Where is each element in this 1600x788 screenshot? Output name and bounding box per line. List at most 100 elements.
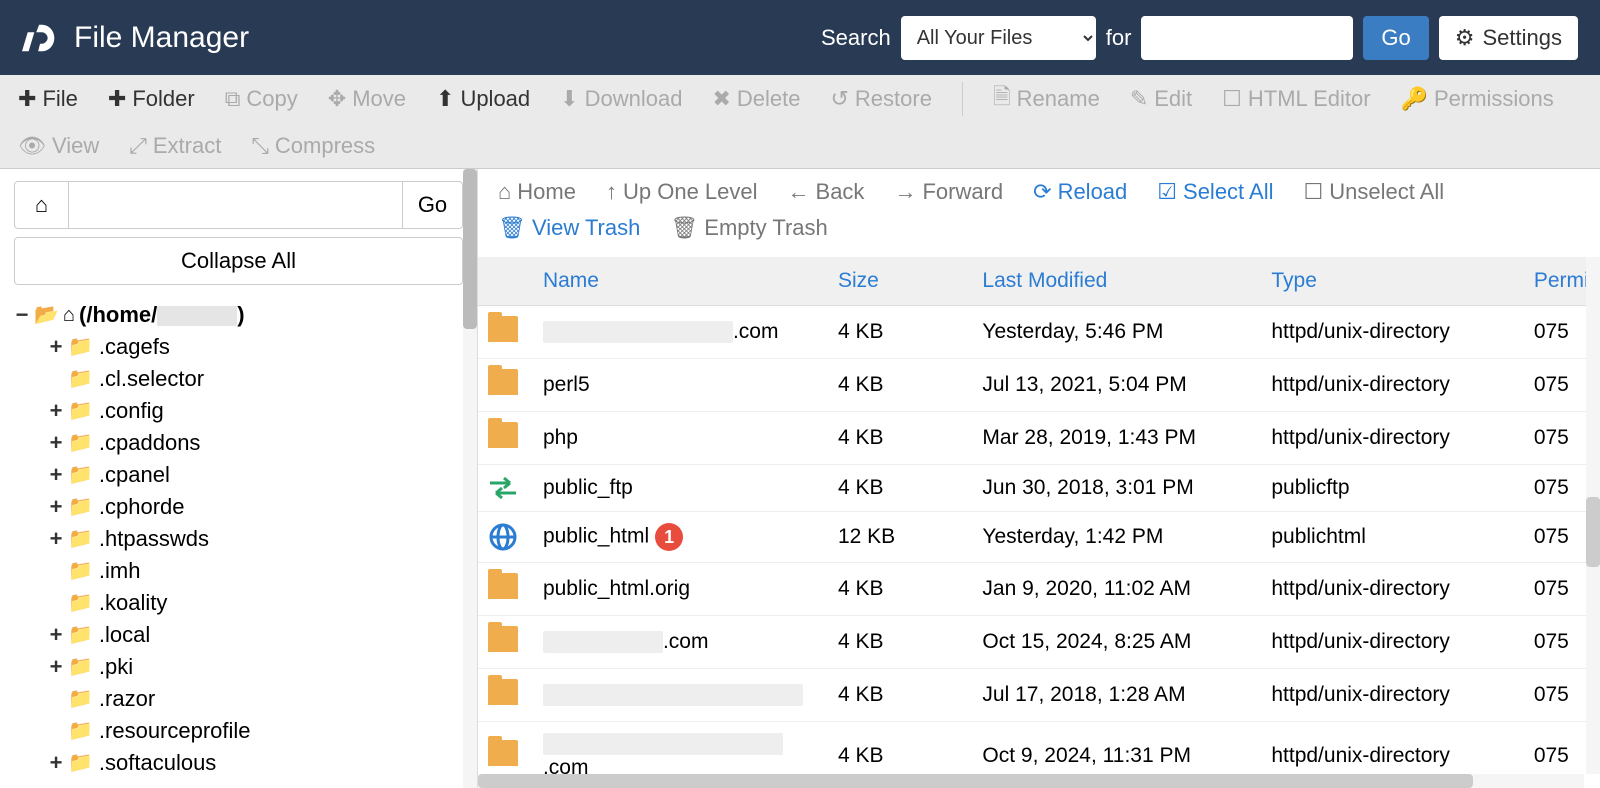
home-icon: ⌂ xyxy=(498,179,511,205)
back-arrow-icon: ← xyxy=(788,179,810,205)
tree-item[interactable]: +📁.cphorde xyxy=(48,491,463,523)
download-button[interactable]: ⬇Download xyxy=(560,86,682,112)
tree-item[interactable]: +📁.htpasswds xyxy=(48,523,463,555)
tree-item[interactable]: +📁.cpaddons xyxy=(48,427,463,459)
table-row[interactable]: public_html112 KBYesterday, 1:42 PMpubli… xyxy=(478,512,1600,563)
nav-view-trash[interactable]: 🗑View Trash xyxy=(498,215,640,241)
expand-icon[interactable]: + xyxy=(48,651,64,683)
home-icon: ⌂ xyxy=(35,192,48,218)
gear-icon: ⚙ xyxy=(1455,25,1475,51)
extract-button[interactable]: ⤢Extract xyxy=(129,133,221,159)
tree-item[interactable]: 📁.koality xyxy=(48,587,463,619)
table-row[interactable]: public_ftp4 KBJun 30, 2018, 3:01 PMpubli… xyxy=(478,465,1600,512)
tree-item-label: .resourceprofile xyxy=(99,715,251,747)
content-vscrollbar[interactable] xyxy=(1586,257,1600,774)
expand-icon[interactable]: + xyxy=(48,459,64,491)
permissions-button[interactable]: 🔑Permissions xyxy=(1401,86,1554,112)
row-type: publicftp xyxy=(1261,465,1523,512)
tree-item[interactable]: 📁.imh xyxy=(48,555,463,587)
tree-root[interactable]: − 📂 ⌂ (/home/) xyxy=(14,299,463,331)
upload-icon: ⬆ xyxy=(436,86,454,112)
tree-item[interactable]: +📁.pki xyxy=(48,651,463,683)
copy-button[interactable]: ⧉Copy xyxy=(225,86,298,112)
table-row[interactable]: 4 KBJul 17, 2018, 1:28 AMhttpd/unix-dire… xyxy=(478,669,1600,722)
row-size: 4 KB xyxy=(828,669,972,722)
search-input[interactable] xyxy=(1141,16,1353,60)
search-go-button[interactable]: Go xyxy=(1363,16,1428,60)
tree-item[interactable]: +📁.softaculous xyxy=(48,747,463,779)
tree-item[interactable]: 📁.cl.selector xyxy=(48,363,463,395)
row-size: 4 KB xyxy=(828,563,972,616)
folder-open-icon: 📂 xyxy=(34,299,59,331)
file-table: Name Size Last Modified Type Permi .com4… xyxy=(478,257,1600,788)
compress-button[interactable]: ⤡Compress xyxy=(251,133,375,159)
reload-icon: ⟳ xyxy=(1033,179,1051,205)
nav-up-one-level[interactable]: ↑Up One Level xyxy=(606,179,758,205)
html-editor-button[interactable]: ☐HTML Editor xyxy=(1222,86,1370,112)
settings-button[interactable]: ⚙ Settings xyxy=(1439,16,1578,60)
nav-home[interactable]: ⌂Home xyxy=(498,179,576,205)
path-input[interactable] xyxy=(69,181,403,229)
expand-icon[interactable]: + xyxy=(48,491,64,523)
col-size[interactable]: Size xyxy=(828,257,972,306)
folder-icon: 📁 xyxy=(68,587,93,619)
table-row[interactable]: php4 KBMar 28, 2019, 1:43 PMhttpd/unix-d… xyxy=(478,412,1600,465)
expand-icon[interactable]: + xyxy=(48,747,64,779)
move-button[interactable]: ✥Move xyxy=(328,86,406,112)
nav-reload[interactable]: ⟳Reload xyxy=(1033,179,1127,205)
cpanel-logo-icon xyxy=(22,19,60,57)
row-icon-cell xyxy=(478,616,533,669)
restore-button[interactable]: ↺Restore xyxy=(830,86,931,112)
new-file-button[interactable]: ✚File xyxy=(18,86,78,112)
collapse-icon[interactable]: − xyxy=(14,299,30,331)
path-home-button[interactable]: ⌂ xyxy=(14,181,69,229)
new-folder-button[interactable]: ✚Folder xyxy=(108,86,195,112)
tree-item[interactable]: +📁.local xyxy=(48,619,463,651)
tree-item-label: .razor xyxy=(99,683,155,715)
nav-empty-trash[interactable]: 🗑Empty Trash xyxy=(670,215,827,241)
nav-select-all[interactable]: ☑Select All xyxy=(1157,179,1273,205)
expand-icon[interactable]: + xyxy=(48,523,64,555)
expand-icon[interactable]: + xyxy=(48,427,64,459)
expand-icon[interactable]: + xyxy=(48,331,64,363)
col-modified[interactable]: Last Modified xyxy=(972,257,1261,306)
view-button[interactable]: 👁View xyxy=(18,133,99,159)
tree-item-label: .pki xyxy=(99,651,133,683)
rename-button[interactable]: 🗎Rename xyxy=(993,80,1100,118)
tree-item[interactable]: +📁.config xyxy=(48,395,463,427)
folder-icon: 📁 xyxy=(68,459,93,491)
forward-arrow-icon: → xyxy=(894,179,916,205)
path-go-button[interactable]: Go xyxy=(403,181,463,229)
nav-unselect-all[interactable]: ☐Unselect All xyxy=(1304,179,1445,205)
tree-item[interactable]: 📁.resourceprofile xyxy=(48,715,463,747)
row-modified: Oct 15, 2024, 8:25 AM xyxy=(972,616,1261,669)
trash-icon: 🗑 xyxy=(498,215,526,241)
upload-button[interactable]: ⬆Upload xyxy=(436,86,530,112)
col-name[interactable]: Name xyxy=(533,257,828,306)
folder-tree: − 📂 ⌂ (/home/) +📁.cagefs📁.cl.selector+📁.… xyxy=(14,299,463,779)
row-name: php xyxy=(533,412,828,465)
nav-bar: ⌂Home ↑Up One Level ←Back →Forward ⟳Relo… xyxy=(478,169,1600,257)
expand-icon[interactable]: + xyxy=(48,619,64,651)
tree-item[interactable]: +📁.cagefs xyxy=(48,331,463,363)
edit-button[interactable]: ✎Edit xyxy=(1130,86,1192,112)
tree-item[interactable]: +📁.cpanel xyxy=(48,459,463,491)
search-scope-select[interactable]: All Your Files xyxy=(901,16,1096,60)
folder-icon: 📁 xyxy=(68,363,93,395)
collapse-all-button[interactable]: Collapse All xyxy=(14,237,463,285)
col-type[interactable]: Type xyxy=(1261,257,1523,306)
sidebar-scrollbar[interactable] xyxy=(463,169,477,788)
table-row[interactable]: perl54 KBJul 13, 2021, 5:04 PMhttpd/unix… xyxy=(478,359,1600,412)
nav-forward[interactable]: →Forward xyxy=(894,179,1003,205)
tree-item[interactable]: 📁.razor xyxy=(48,683,463,715)
content: ⌂Home ↑Up One Level ←Back →Forward ⟳Relo… xyxy=(478,169,1600,788)
delete-button[interactable]: ✖Delete xyxy=(712,86,800,112)
expand-icon[interactable]: + xyxy=(48,395,64,427)
content-hscrollbar[interactable] xyxy=(478,774,1584,788)
table-row[interactable]: .com4 KBOct 15, 2024, 8:25 AMhttpd/unix-… xyxy=(478,616,1600,669)
table-row[interactable]: .com4 KBYesterday, 5:46 PMhttpd/unix-dir… xyxy=(478,306,1600,359)
nav-back[interactable]: ←Back xyxy=(788,179,865,205)
row-size: 12 KB xyxy=(828,512,972,563)
folder-icon: 📁 xyxy=(68,715,93,747)
table-row[interactable]: public_html.orig4 KBJan 9, 2020, 11:02 A… xyxy=(478,563,1600,616)
